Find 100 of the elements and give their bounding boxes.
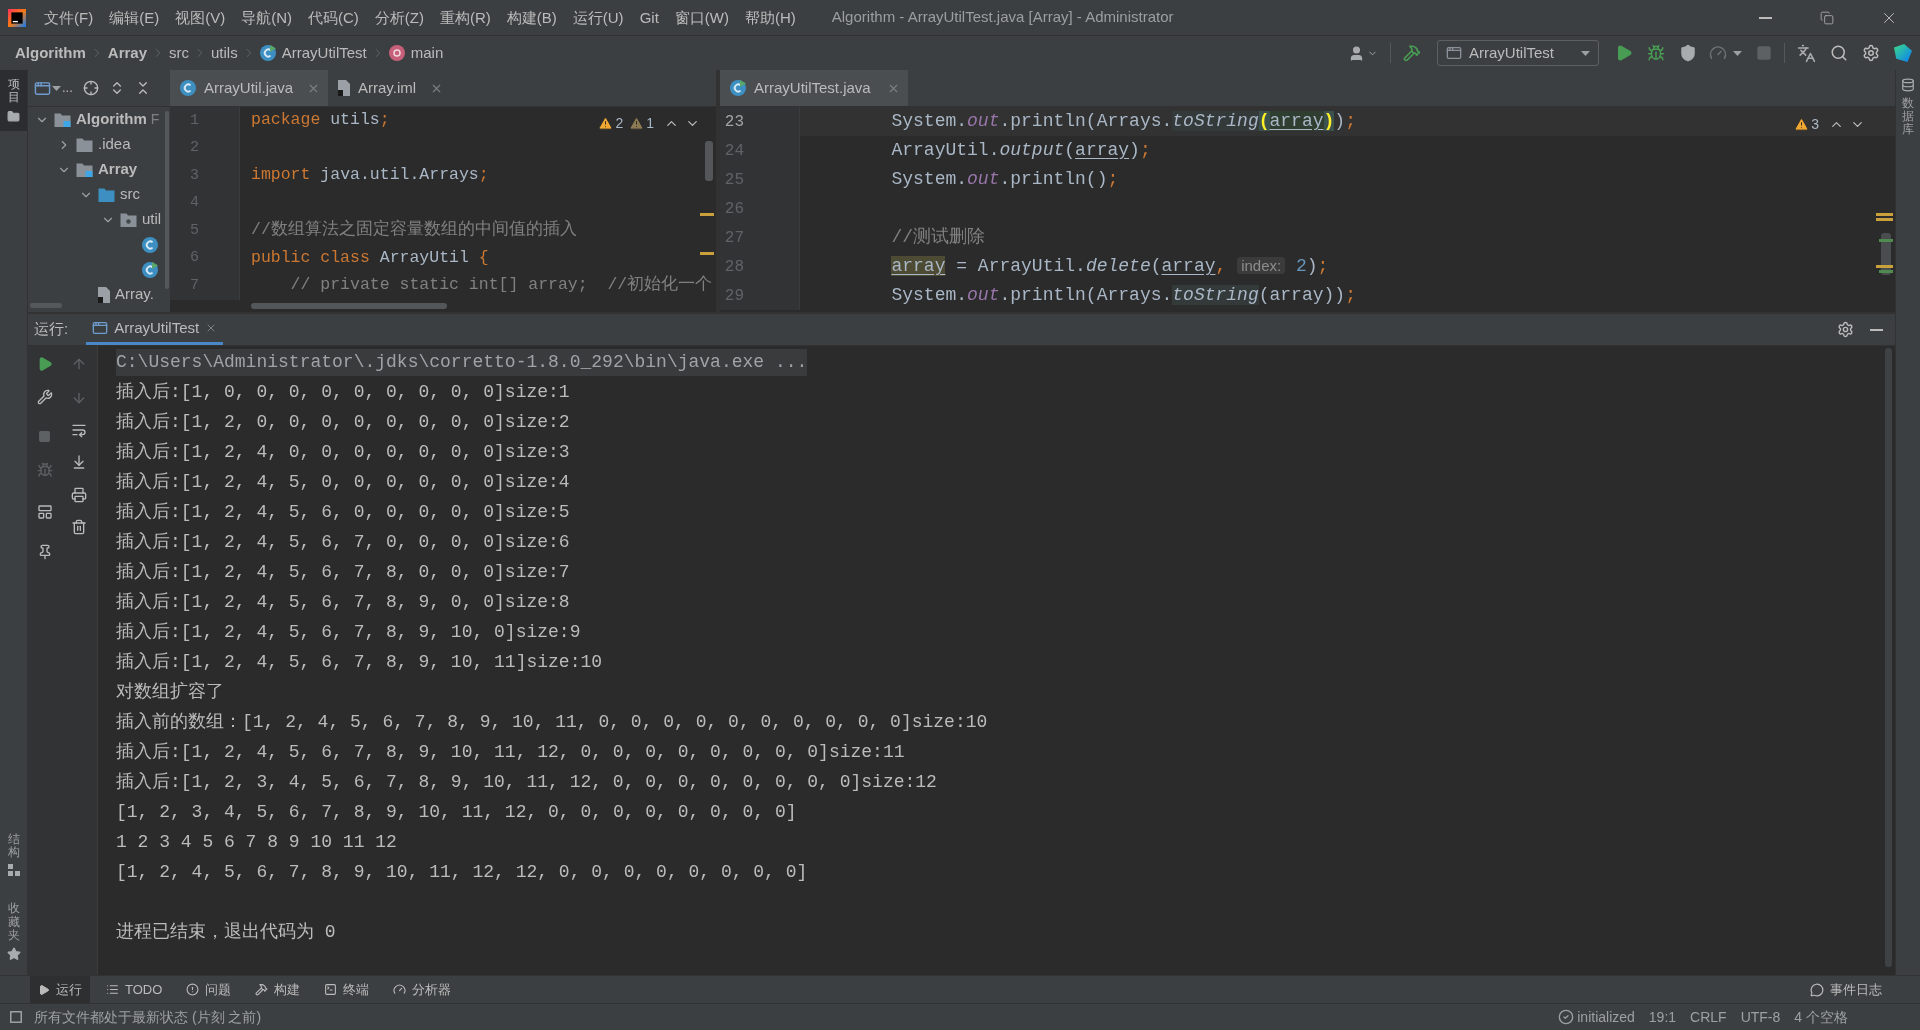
test-class-icon[interactable]: [142, 261, 158, 278]
view-selector[interactable]: ...: [34, 78, 73, 98]
breadcrumb-item[interactable]: Array: [107, 41, 148, 65]
breadcrumb-item[interactable]: src: [169, 41, 190, 65]
status-item[interactable]: 4 个空格: [1794, 1006, 1848, 1028]
scrollbar-thumb[interactable]: [30, 303, 62, 308]
tree-item[interactable]: Algorithm: [76, 108, 147, 131]
status-item[interactable]: CRLF: [1690, 1006, 1727, 1028]
console-line: 插入后:[1, 2, 4, 5, 0, 0, 0, 0, 0, 0]size:4: [116, 470, 570, 494]
tool-window-tab[interactable]: 项目: [0, 70, 27, 132]
tool-window-button[interactable]: 运行: [30, 976, 90, 1003]
console-line: 插入后:[1, 0, 0, 0, 0, 0, 0, 0, 0, 0]size:1: [116, 380, 570, 404]
tool-window-button[interactable]: 分析器: [385, 976, 460, 1003]
run-icon[interactable]: [1615, 44, 1633, 62]
breadcrumb-item[interactable]: main: [388, 41, 444, 65]
warning-icon[interactable]: [629, 116, 645, 131]
menu-item[interactable]: 构建(B): [498, 5, 565, 30]
menu-item[interactable]: 重构(R): [431, 5, 499, 30]
scrollbar-thumb[interactable]: [705, 141, 713, 181]
shield-icon[interactable]: [1679, 44, 1697, 62]
menu-item[interactable]: 视图(V): [167, 5, 234, 30]
menu-item[interactable]: 编辑(E): [101, 5, 168, 30]
gauge-icon[interactable]: [1709, 44, 1727, 62]
code-line: // private static int[] array; //初始化一个: [290, 274, 713, 297]
trash-icon[interactable]: [71, 519, 88, 535]
editor-tab[interactable]: Array.iml: [328, 70, 451, 106]
window-icon[interactable]: [10, 1011, 22, 1023]
test-class-icon: [730, 80, 746, 96]
console-line: 插入后:[1, 2, 4, 5, 6, 0, 0, 0, 0, 0]size:5: [116, 500, 570, 524]
tool-window-button[interactable]: 事件日志: [1802, 976, 1890, 1003]
bug-icon[interactable]: [1647, 44, 1665, 62]
code-line: //数组算法之固定容量数组的中间值的插入: [251, 218, 577, 242]
editor-tab[interactable]: ArrayUtilTest.java: [720, 70, 908, 106]
layout-icon[interactable]: [36, 504, 53, 520]
wrench-icon[interactable]: [36, 389, 53, 405]
tree-item[interactable]: Array.: [115, 283, 154, 306]
scrollbar-thumb[interactable]: [1885, 348, 1892, 967]
change-stripe-mark: [1879, 270, 1893, 273]
tool-window-tab[interactable]: 结构: [7, 833, 20, 877]
user-icon[interactable]: [1348, 44, 1365, 62]
plugin-logo-icon[interactable]: [1894, 44, 1912, 62]
scrollbar-thumb[interactable]: [251, 303, 447, 309]
menu-item[interactable]: 文件(F): [36, 5, 102, 30]
menu-item[interactable]: Git: [631, 5, 667, 30]
search-icon[interactable]: [1830, 44, 1848, 62]
terminal-icon: [324, 983, 338, 996]
folder-icon: [7, 110, 20, 124]
bug-icon[interactable]: [36, 462, 53, 478]
run-config-dropdown[interactable]: ArrayUtilTest: [1437, 40, 1599, 66]
tool-window-button[interactable]: 问题: [178, 976, 240, 1003]
status-item[interactable]: 19:1: [1648, 1006, 1677, 1028]
code-line: //测试删除: [891, 226, 986, 249]
menu-item[interactable]: 窗口(W): [666, 5, 737, 30]
restore-icon: [1820, 10, 1834, 25]
hammer-icon[interactable]: [1403, 44, 1421, 62]
test-class-icon: [259, 45, 276, 61]
module-folder-icon: [76, 162, 93, 177]
class-icon[interactable]: [142, 236, 158, 253]
tree-item[interactable]: .idea: [98, 133, 131, 156]
caret-icon[interactable]: [52, 85, 61, 91]
menu-item[interactable]: 帮助(H): [736, 5, 804, 30]
tree-item[interactable]: Array: [98, 158, 138, 181]
printer-icon[interactable]: [71, 487, 88, 503]
status-item[interactable]: initialized: [1558, 1006, 1635, 1028]
warning-icon[interactable]: [598, 116, 614, 131]
caret-icon[interactable]: [1733, 50, 1742, 56]
tree-item[interactable]: src: [120, 183, 140, 206]
stop-icon[interactable]: [38, 430, 52, 443]
tool-window-tab[interactable]: 数据库: [1901, 78, 1915, 137]
tool-window-button[interactable]: 构建: [247, 976, 309, 1003]
tool-window-button[interactable]: 终端: [316, 976, 378, 1003]
tool-window-tab[interactable]: 收藏夹: [6, 902, 21, 961]
tree-item[interactable]: util: [142, 208, 162, 231]
caret-icon[interactable]: [1581, 50, 1590, 56]
settings-icon[interactable]: [1837, 321, 1854, 338]
check-circle-icon: [1558, 1009, 1575, 1025]
tool-window-button[interactable]: TODO: [98, 976, 171, 1003]
warning-icon[interactable]: [1794, 117, 1810, 132]
tree-item-hint: F: [150, 110, 160, 129]
menu-item[interactable]: 分析(Z): [366, 5, 432, 30]
menu-item[interactable]: 代码(C): [300, 5, 367, 30]
status-item[interactable]: UTF-8: [1740, 1006, 1781, 1028]
menu-item[interactable]: 导航(N): [233, 5, 300, 30]
settings-icon[interactable]: [1862, 44, 1880, 62]
breadcrumb-item[interactable]: Algorithm: [15, 41, 86, 65]
minimize-icon[interactable]: [1870, 328, 1883, 331]
change-stripe-mark: [1879, 239, 1893, 242]
file-icon: [98, 286, 110, 303]
breadcrumb-item[interactable]: ArrayUtilTest: [259, 41, 367, 65]
warning-stripe-mark: [1876, 265, 1893, 268]
hammer-icon: [255, 983, 269, 996]
warning-count: 1: [646, 114, 654, 133]
play-icon: [38, 983, 50, 996]
wrap-icon[interactable]: [71, 422, 88, 438]
menu-item[interactable]: 运行(U): [564, 5, 632, 30]
translate-icon[interactable]: [1797, 43, 1816, 63]
console-line: 插入后:[1, 2, 4, 5, 6, 7, 8, 9, 10, 11, 12, 0, 0, 0, 0, 0, 0, 0, 0]size:11: [116, 740, 905, 764]
breadcrumb-item[interactable]: utils: [211, 41, 238, 65]
crosshair-icon[interactable]: [82, 80, 99, 96]
editor-tab[interactable]: ArrayUtil.java: [170, 70, 328, 106]
